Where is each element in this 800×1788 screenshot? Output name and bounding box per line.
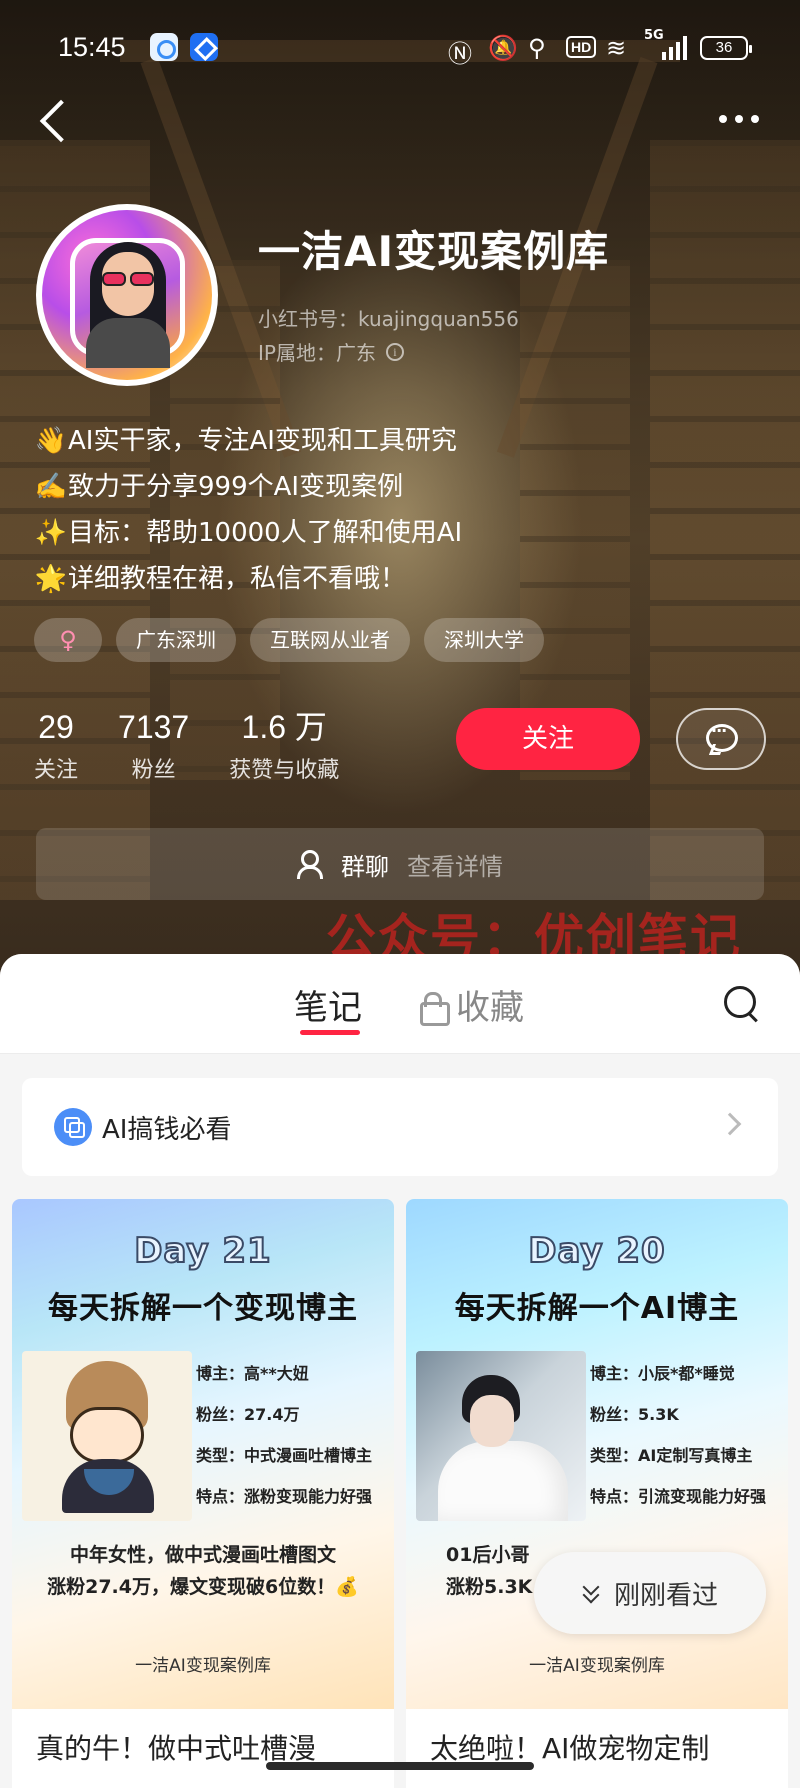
notes-grid: Day 21 每天拆解一个变现博主 博主：高**大妞 粉丝：27.4万 类型：中… <box>12 1199 788 1788</box>
note-day: Day 20 <box>527 1230 666 1272</box>
note-cover: Day 21 每天拆解一个变现博主 博主：高**大妞 粉丝：27.4万 类型：中… <box>12 1199 394 1709</box>
chat-bubble-icon <box>706 721 738 752</box>
bio-line: ✍️致力于分享999个AI变现案例 <box>34 464 462 510</box>
note-headline: 每天拆解一个AI博主 <box>454 1291 740 1326</box>
content-tabs: 笔记 收藏 <box>0 954 800 1054</box>
search-icon[interactable] <box>722 984 760 1022</box>
note-summary: 中年女性，做中式漫画吐槽图文 涨粉27.4万，爆文变现破6位数！💰 <box>12 1539 394 1603</box>
note-day: Day 21 <box>133 1230 272 1272</box>
chevron-right-icon <box>718 1112 742 1136</box>
portrait-thumbnail <box>416 1351 586 1521</box>
stat-value: 29 <box>38 709 74 745</box>
battery-icon: 36 <box>700 36 752 60</box>
profile-name: 一洁AI变现案例库 <box>258 227 610 276</box>
sparkles-icon: ✨ <box>34 518 68 548</box>
wifi-icon: ≋ <box>606 34 627 62</box>
active-tab-indicator <box>300 1030 360 1035</box>
profile-stats: 29 关注 7137 粉丝 1.6 万 获赞与收藏 <box>34 708 379 784</box>
hd-icon: HD <box>566 36 597 58</box>
summary-line: 涨粉5.3K <box>446 1576 533 1598</box>
stat-likes-and-saves[interactable]: 1.6 万 获赞与收藏 <box>229 708 339 784</box>
info-icon[interactable]: i <box>385 342 404 361</box>
fact-line: 博主：小辰*都*睡觉 <box>590 1364 735 1383</box>
follow-button[interactable]: 关注 <box>456 708 640 770</box>
gender-female-icon: ♀ <box>34 618 102 662</box>
stat-label: 粉丝 <box>131 758 176 783</box>
group-users-icon <box>297 850 329 879</box>
back-button[interactable] <box>38 98 74 144</box>
bio-line: 🌟详细教程在裙，私信不看哦！ <box>34 556 462 602</box>
avatar[interactable] <box>36 204 218 386</box>
note-brand: 一洁AI变现案例库 <box>529 1656 665 1676</box>
lock-icon <box>420 991 450 1026</box>
message-button[interactable] <box>676 708 766 770</box>
mute-bell-icon: 🔕 <box>488 34 518 62</box>
more-options-button[interactable] <box>714 104 764 134</box>
note-summary: 01后小哥 涨粉5.3K <box>446 1539 532 1603</box>
fact-line: 特点：涨粉变现能力好强 <box>196 1487 373 1506</box>
writing-hand-icon: ✍️ <box>34 472 68 502</box>
stat-following[interactable]: 29 关注 <box>34 708 78 784</box>
fact-line: 博主：高**大妞 <box>196 1364 309 1383</box>
star-icon: 🌟 <box>34 564 68 594</box>
collection-icon <box>54 1108 92 1146</box>
note-card[interactable]: Day 21 每天拆解一个变现博主 博主：高**大妞 粉丝：27.4万 类型：中… <box>12 1199 394 1788</box>
group-chat-action: 查看详情 <box>407 852 503 881</box>
wave-icon: 👋 <box>34 426 68 456</box>
bio-line: 👋AI实干家，专注AI变现和工具研究 <box>34 418 462 464</box>
note-title: 太绝啦！AI做宠物定制 <box>430 1732 710 1765</box>
stat-value: 7137 <box>118 709 190 745</box>
note-title: 真的牛！做中式吐槽漫 <box>36 1732 317 1765</box>
status-bar: 15:45 Ⓝ 🔕 ⚲ HD ≋ 5G 36 <box>0 28 800 70</box>
stat-value: 1.6 万 <box>241 709 327 745</box>
fact-line: 类型：中式漫画吐槽博主 <box>196 1446 373 1465</box>
note-card[interactable]: Day 20 每天拆解一个AI博主 博主：小辰*都*睡觉 粉丝：5.3K 类型：… <box>406 1199 788 1788</box>
double-chevron-down-icon <box>582 1581 600 1605</box>
summary-line: 涨粉27.4万，爆文变现破6位数！💰 <box>47 1576 359 1598</box>
recently-viewed-label: 刚刚看过 <box>613 1580 718 1611</box>
stat-label: 获赞与收藏 <box>229 758 340 783</box>
ip-location-row: IP属地：广东 i <box>258 337 404 366</box>
fact-line: 粉丝：27.4万 <box>196 1405 300 1424</box>
stat-label: 关注 <box>34 758 79 783</box>
recently-viewed-button[interactable]: 刚刚看过 <box>534 1552 766 1634</box>
note-facts: 博主：高**大妞 粉丝：27.4万 类型：中式漫画吐槽博主 特点：涨粉变现能力好… <box>196 1353 372 1517</box>
collection-row[interactable]: AI搞钱必看 <box>22 1078 778 1176</box>
note-headline: 每天拆解一个变现博主 <box>48 1291 358 1326</box>
group-chat-label: 群聊 <box>341 852 389 881</box>
notification-app-icon <box>150 33 178 61</box>
tab-favorites-label: 收藏 <box>456 988 524 1028</box>
stat-followers[interactable]: 7137 粉丝 <box>118 708 189 784</box>
summary-line: 01后小哥 <box>446 1544 530 1566</box>
tab-notes[interactable]: 笔记 <box>294 980 362 1029</box>
content-sheet: 笔记 收藏 AI搞钱必看 Day 21 每天拆解一个变现博主 博主：高**大妞 … <box>0 954 800 1788</box>
ip-location: IP属地：广东 <box>258 341 376 365</box>
tag-school: 深圳大学 <box>424 618 544 662</box>
cartoon-thumbnail <box>22 1351 192 1521</box>
tab-favorites[interactable]: 收藏 <box>420 980 524 1029</box>
group-chat-bar[interactable]: 群聊 查看详情 <box>36 828 764 900</box>
profile-tags: ♀ 广东深圳 互联网从业者 深圳大学 <box>34 618 544 662</box>
notification-app-icon-2 <box>190 33 218 61</box>
nfc-icon: Ⓝ <box>448 40 472 68</box>
tag-location: 广东深圳 <box>116 618 236 662</box>
signal-bars-icon <box>660 36 687 60</box>
tag-occupation: 互联网从业者 <box>250 618 410 662</box>
fact-line: 类型：AI定制写真博主 <box>590 1446 753 1465</box>
bio-line: ✨目标：帮助10000人了解和使用AI <box>34 510 462 556</box>
home-indicator[interactable] <box>266 1762 534 1770</box>
summary-line: 中年女性，做中式漫画吐槽图文 <box>69 1544 336 1566</box>
note-brand: 一洁AI变现案例库 <box>135 1656 271 1676</box>
location-icon: ⚲ <box>528 34 546 62</box>
profile-bio: 👋AI实干家，专注AI变现和工具研究 ✍️致力于分享999个AI变现案例 ✨目标… <box>34 418 462 602</box>
note-facts: 博主：小辰*都*睡觉 粉丝：5.3K 类型：AI定制写真博主 特点：引流变现能力… <box>590 1353 766 1517</box>
collection-label: AI搞钱必看 <box>102 1114 232 1145</box>
redbook-id[interactable]: 小红书号：kuajingquan556 <box>258 303 519 332</box>
fact-line: 特点：引流变现能力好强 <box>590 1487 767 1506</box>
status-time: 15:45 <box>58 32 126 62</box>
fact-line: 粉丝：5.3K <box>590 1405 679 1424</box>
